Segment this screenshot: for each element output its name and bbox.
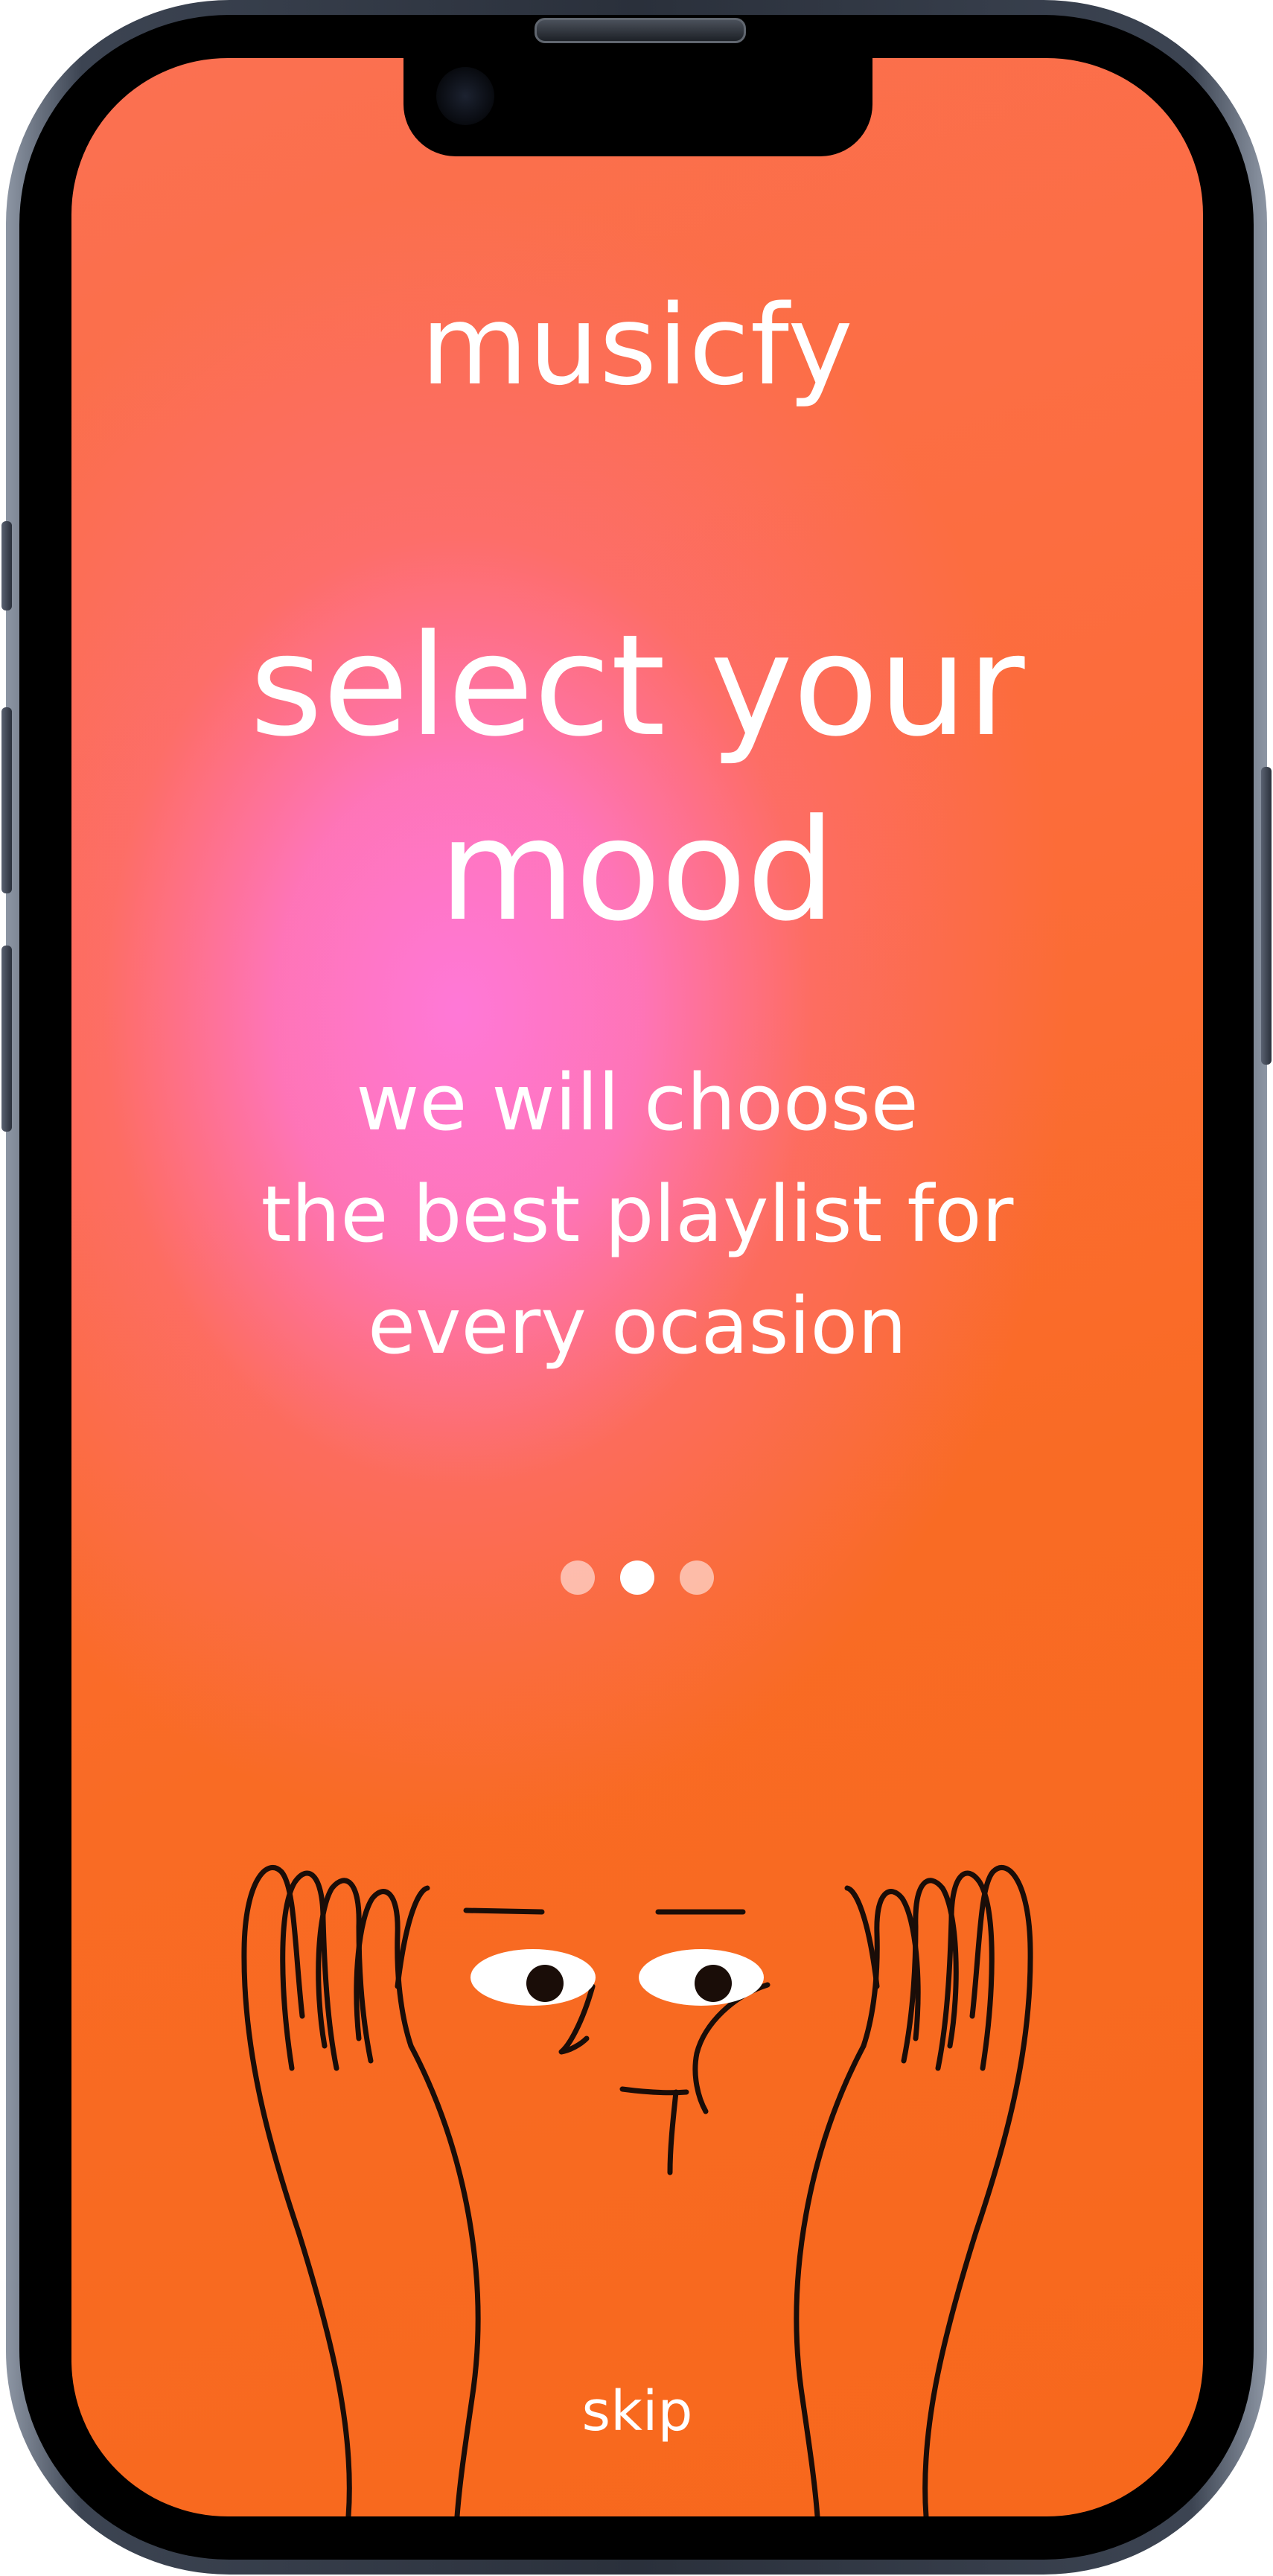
page-title-line-1: select your: [249, 605, 1025, 768]
page-title: select your mood: [71, 594, 1203, 963]
pagination-dot[interactable]: [680, 1560, 714, 1595]
pagination-dot[interactable]: [620, 1560, 654, 1595]
app-screen: musicfy select your mood we will choose …: [71, 58, 1203, 2516]
volume-up-button: [1, 707, 12, 893]
page-title-line-2: mood: [438, 789, 836, 952]
pagination-dots: [71, 1560, 1203, 1598]
page-subtitle: we will choose the best playlist for eve…: [71, 1047, 1203, 1382]
skip-button[interactable]: skip: [71, 2379, 1203, 2443]
subtitle-line-2: the best playlist for: [261, 1169, 1014, 1260]
app-logo: musicfy: [421, 281, 854, 409]
front-camera: [436, 67, 494, 125]
device-stage: musicfy select your mood we will choose …: [0, 0, 1273, 2576]
power-button: [1261, 767, 1272, 1065]
pagination-dot[interactable]: [561, 1560, 595, 1595]
mute-switch: [1, 521, 12, 610]
subtitle-line-3: every ocasion: [367, 1281, 907, 1371]
speaker-grille: [535, 18, 746, 43]
subtitle-line-1: we will choose: [356, 1057, 919, 1148]
volume-down-button: [1, 946, 12, 1132]
